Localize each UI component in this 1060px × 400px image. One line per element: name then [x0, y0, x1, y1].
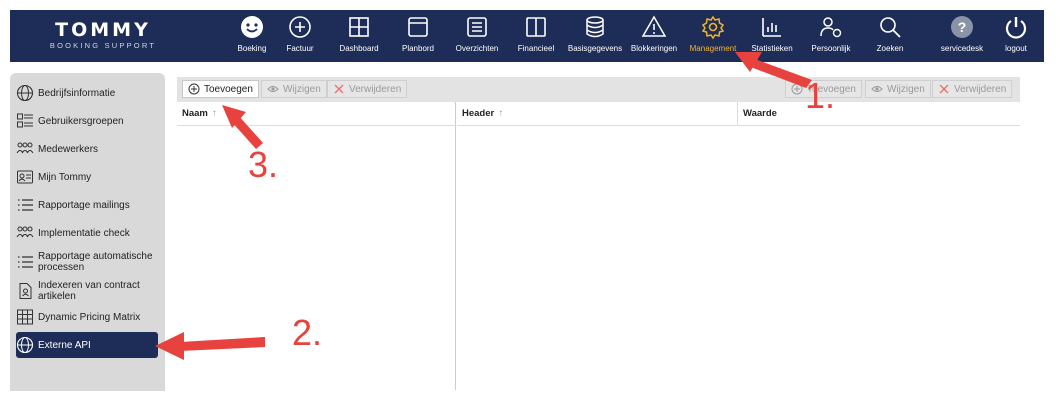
- nav-persoonlijk[interactable]: Persoonlijk: [799, 10, 863, 62]
- header-delete-button-label: Verwijderen: [954, 83, 1007, 95]
- sidebar-item-label: Bedrijfsinformatie: [38, 87, 116, 99]
- list-icon: [467, 17, 487, 37]
- close-icon: [334, 84, 344, 94]
- nav-logout[interactable]: logout: [984, 10, 1048, 62]
- sidebar-item-label: Indexeren van contract artikelen: [38, 280, 140, 302]
- warning-icon: [641, 15, 667, 37]
- header-delete-button[interactable]: Verwijderen: [932, 80, 1013, 98]
- bar-chart-icon: [762, 18, 781, 37]
- app-root: TOMMY BOOKING SUPPORT Boeking Factuur Da…: [0, 0, 1060, 400]
- annotation-label-3: 3.: [248, 144, 279, 185]
- list-icon: [18, 256, 33, 268]
- sidebar-item-label: Rapportage mailings: [38, 199, 130, 211]
- logo[interactable]: TOMMY BOOKING SUPPORT: [28, 20, 178, 50]
- power-icon: [1005, 17, 1027, 39]
- sidebar-item-indexeren-contract-artikelen[interactable]: Indexeren van contract artikelen: [16, 276, 158, 306]
- nav-dashboard[interactable]: Dashboard: [327, 10, 391, 62]
- column-header-label: Header: [462, 108, 495, 119]
- sidebar-item-implementatie-check[interactable]: Implementatie check: [16, 220, 158, 246]
- header-edit-button-label: Wijzigen: [887, 83, 925, 95]
- close-icon: [939, 84, 949, 94]
- database-icon: [586, 16, 604, 38]
- sidebar-item-label: Gebruikersgroepen: [38, 115, 124, 127]
- annotation-label-2: 2.: [292, 312, 323, 353]
- sidebar-item-medewerkers[interactable]: Medewerkers: [16, 136, 158, 162]
- nav-management[interactable]: Management: [681, 10, 745, 62]
- delete-button-label: Verwijderen: [349, 83, 402, 95]
- column-header-naam[interactable]: Naam ↑: [177, 102, 456, 126]
- add-button-label: Toevoegen: [204, 83, 253, 95]
- groups-icon: [17, 113, 33, 128]
- add-button[interactable]: Toevoegen: [182, 80, 259, 98]
- people-icon: [16, 226, 34, 238]
- table-icon: [17, 309, 33, 325]
- nav-statistieken[interactable]: Statistieken: [740, 10, 804, 62]
- sidebar-item-label: Rapportage automatische processen: [38, 251, 153, 273]
- globe-icon: [16, 84, 34, 102]
- globe-icon: [16, 336, 34, 354]
- sidebar-item-dynamic-pricing-matrix[interactable]: Dynamic Pricing Matrix: [16, 304, 158, 330]
- sort-icon: ↑: [498, 108, 504, 119]
- svg-text:?: ?: [958, 19, 967, 35]
- list-icon: [18, 199, 33, 211]
- help-icon: ?: [951, 16, 973, 38]
- nav-zoeken[interactable]: Zoeken: [858, 10, 922, 62]
- sidebar-item-gebruikersgroepen[interactable]: Gebruikersgroepen: [16, 108, 158, 134]
- nav-factuur[interactable]: Factuur: [268, 10, 332, 62]
- edit-button[interactable]: Wijzigen: [261, 80, 327, 98]
- nav-basisgegevens[interactable]: Basisgegevens: [563, 10, 627, 62]
- nav-overzichten[interactable]: Overzichten: [445, 10, 509, 62]
- user-gear-icon: [820, 17, 842, 38]
- logo-title: TOMMY: [55, 19, 151, 41]
- nav-planbord[interactable]: Planbord: [386, 10, 450, 62]
- sort-icon: ↑: [211, 108, 217, 119]
- sidebar-item-bedrijfsinformatie[interactable]: Bedrijfsinformatie: [16, 80, 158, 106]
- document-user-icon: [19, 283, 32, 299]
- plus-circle-icon: [188, 83, 200, 95]
- nav-financieel[interactable]: Financieel: [504, 10, 568, 62]
- nav-blokkeringen[interactable]: Blokkeringen: [622, 10, 686, 62]
- sidebar-item-label: Implementatie check: [38, 227, 130, 239]
- header-edit-button[interactable]: Wijzigen: [865, 80, 931, 98]
- sidebar-item-mijn-tommy[interactable]: Mijn Tommy: [16, 164, 158, 190]
- id-card-icon: [17, 170, 33, 184]
- gear-icon: [701, 15, 725, 40]
- search-icon: [880, 17, 901, 38]
- delete-button[interactable]: Verwijderen: [327, 80, 408, 98]
- sidebar-item-label: Externe API: [38, 339, 91, 351]
- toolbar: Toevoegen Wijzigen Verwijderen Toevoegen…: [177, 77, 1020, 102]
- column-header-waarde[interactable]: Waarde: [738, 102, 1020, 126]
- top-navigation-bar: TOMMY BOOKING SUPPORT Boeking Factuur Da…: [10, 10, 1044, 62]
- sidebar-item-label: Dynamic Pricing Matrix: [38, 311, 141, 323]
- headers-panel: Header ↑ Waarde: [457, 102, 1020, 390]
- column-header-label: Naam: [182, 108, 208, 119]
- eye-icon: [267, 86, 279, 92]
- smiley-icon: [241, 16, 263, 38]
- annotation-label-1: 1.: [805, 75, 836, 116]
- sidebar-item-externe-api[interactable]: Externe API: [16, 332, 158, 358]
- plus-circle-icon: [791, 83, 803, 95]
- plus-circle-icon: [289, 16, 311, 38]
- logo-subtitle: BOOKING SUPPORT: [49, 41, 157, 50]
- eye-icon: [871, 86, 883, 92]
- column-header-header[interactable]: Header ↑: [457, 102, 738, 126]
- sidebar-item-rapportage-mailings[interactable]: Rapportage mailings: [16, 192, 158, 218]
- sidebar-item-rapportage-automatische-processen[interactable]: Rapportage automatische processen: [16, 247, 158, 277]
- edit-button-label: Wijzigen: [283, 83, 321, 95]
- sidebar: Bedrijfsinformatie Gebruikersgroepen Med…: [10, 73, 165, 391]
- sidebar-item-label: Mijn Tommy: [38, 171, 92, 183]
- book-icon: [526, 17, 546, 37]
- column-header-label: Waarde: [743, 108, 777, 119]
- window-icon: [408, 17, 428, 37]
- people-icon: [16, 142, 34, 154]
- grid-icon: [349, 17, 369, 37]
- nav-label: logout: [1005, 44, 1027, 53]
- sidebar-item-label: Medewerkers: [38, 143, 99, 155]
